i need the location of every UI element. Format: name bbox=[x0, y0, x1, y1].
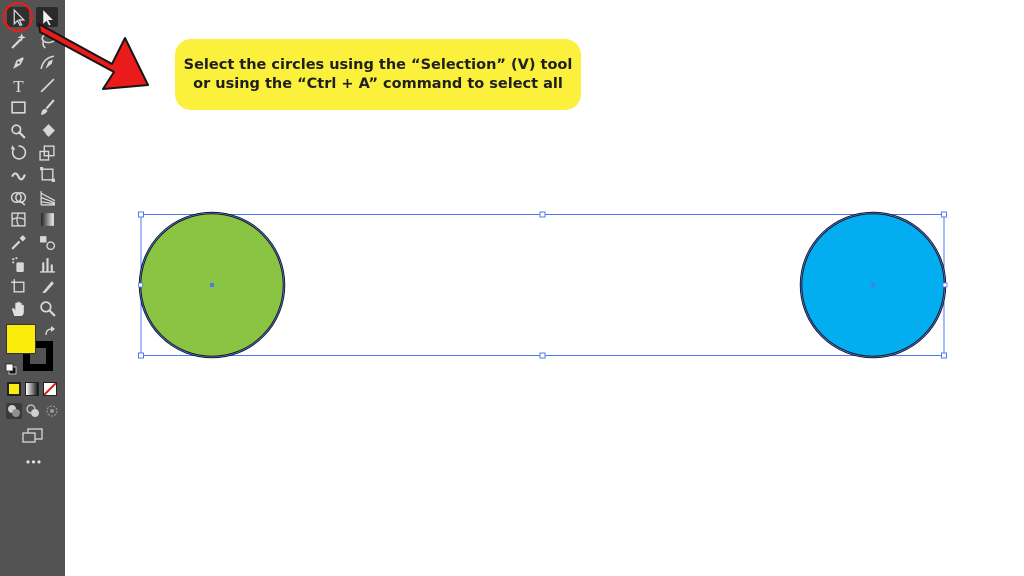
paintbrush-tool[interactable] bbox=[36, 97, 58, 117]
line-segment-icon bbox=[40, 78, 54, 92]
rectangle-tool[interactable] bbox=[7, 97, 29, 117]
handle-top-center[interactable] bbox=[539, 211, 546, 218]
green-circle-center-point bbox=[210, 283, 214, 287]
free-transform-icon bbox=[39, 166, 55, 182]
green-circle-anchor-left[interactable] bbox=[138, 282, 143, 288]
gradient-tool[interactable] bbox=[36, 209, 58, 229]
gradient-icon bbox=[40, 212, 54, 226]
selection-tool[interactable] bbox=[7, 7, 29, 27]
symbol-sprayer-tool[interactable] bbox=[7, 254, 29, 274]
curvature-icon bbox=[39, 54, 54, 69]
curvature-tool[interactable] bbox=[36, 52, 58, 72]
zoom-icon bbox=[39, 300, 56, 317]
draw-normal-icon[interactable] bbox=[6, 403, 22, 419]
perspective-grid-tool[interactable] bbox=[36, 187, 58, 207]
magic-wand-tool[interactable] bbox=[7, 30, 29, 50]
warp-icon bbox=[10, 171, 26, 180]
selection-arrow-icon bbox=[13, 7, 25, 26]
mesh-tool[interactable] bbox=[7, 209, 29, 229]
symbol-sprayer-icon bbox=[11, 256, 24, 272]
type-icon: T bbox=[13, 76, 24, 95]
swap-arrow-icon[interactable] bbox=[44, 323, 56, 336]
scale-tool[interactable] bbox=[36, 142, 58, 162]
shaper-icon bbox=[10, 123, 26, 139]
line-segment-tool[interactable] bbox=[36, 75, 58, 95]
artboard-tool[interactable] bbox=[7, 276, 29, 296]
mesh-icon bbox=[10, 211, 26, 227]
hand-tool[interactable] bbox=[7, 298, 29, 318]
eyedropper-icon bbox=[10, 234, 26, 250]
color-mode-icon[interactable] bbox=[7, 382, 21, 396]
handle-bottom-right[interactable] bbox=[941, 352, 947, 359]
shape-builder-tool[interactable] bbox=[7, 187, 29, 207]
scale-icon bbox=[38, 144, 55, 161]
hand-icon bbox=[11, 301, 24, 316]
paintbrush-icon bbox=[40, 98, 55, 115]
blue-circle-center-point bbox=[871, 283, 875, 287]
type-tool[interactable]: T bbox=[7, 75, 29, 95]
blend-icon bbox=[39, 235, 55, 250]
instruction-callout: Select the circles using the “Selection”… bbox=[175, 39, 581, 110]
perspective-grid-icon bbox=[39, 190, 55, 206]
draw-behind-icon[interactable] bbox=[25, 403, 41, 419]
column-graph-tool[interactable] bbox=[36, 254, 58, 274]
shape-builder-icon bbox=[10, 191, 26, 206]
direct-selection-arrow-icon bbox=[42, 9, 53, 25]
zoom-tool[interactable] bbox=[36, 298, 58, 318]
rotate-icon bbox=[10, 144, 26, 160]
callout-line-1: Select the circles using the “Selection”… bbox=[183, 56, 573, 73]
screen-mode-icon[interactable] bbox=[22, 428, 44, 444]
slice-tool[interactable] bbox=[36, 276, 58, 296]
gradient-mode-icon[interactable] bbox=[25, 382, 39, 396]
artboard-icon bbox=[10, 278, 25, 293]
handle-top-right[interactable] bbox=[941, 211, 947, 218]
free-transform-tool[interactable] bbox=[36, 164, 58, 184]
handle-top-left[interactable] bbox=[138, 211, 144, 218]
callout-line-2: or using the “Ctrl + A” command to selec… bbox=[193, 75, 563, 92]
none-mode-icon[interactable] bbox=[43, 382, 57, 396]
pen-icon bbox=[12, 56, 24, 69]
slice-icon bbox=[41, 280, 54, 293]
rotate-tool[interactable] bbox=[7, 142, 29, 162]
blue-circle-anchor-right[interactable] bbox=[942, 282, 948, 288]
handle-bottom-center[interactable] bbox=[539, 352, 546, 359]
eraser-icon bbox=[41, 123, 55, 137]
warp-tool[interactable] bbox=[7, 164, 29, 184]
rectangle-icon bbox=[10, 100, 26, 114]
eyedropper-tool[interactable] bbox=[7, 232, 29, 252]
handle-bottom-left[interactable] bbox=[138, 352, 144, 359]
tools-panel: T ••• bbox=[0, 0, 65, 576]
draw-inside-icon[interactable] bbox=[44, 403, 60, 419]
shaper-tool[interactable] bbox=[7, 120, 29, 140]
more-tools-button[interactable]: ••• bbox=[18, 456, 48, 470]
svg-text:T: T bbox=[13, 76, 24, 95]
column-graph-icon bbox=[39, 257, 55, 273]
fill-color-swatch[interactable] bbox=[6, 324, 36, 354]
blend-tool[interactable] bbox=[36, 232, 58, 252]
magic-wand-icon bbox=[10, 32, 26, 49]
pen-tool[interactable] bbox=[7, 52, 29, 72]
default-colors-icon[interactable] bbox=[5, 360, 17, 375]
eraser-tool[interactable] bbox=[36, 120, 58, 140]
